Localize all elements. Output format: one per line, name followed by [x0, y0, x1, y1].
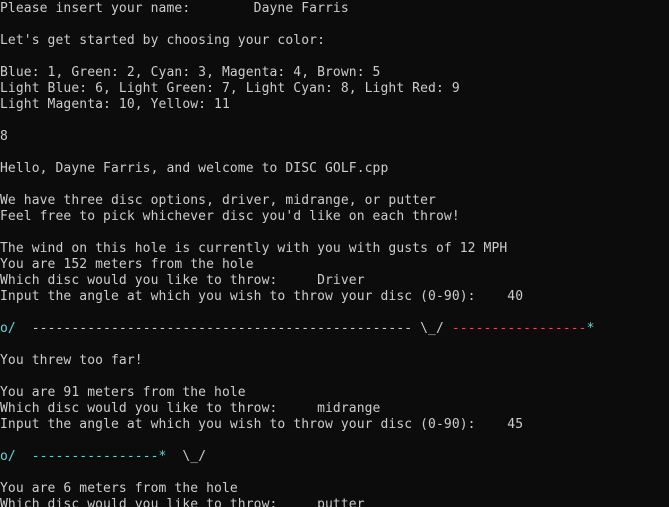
trajectory-segment: o/ [0, 321, 32, 336]
trajectory-segment: ----------------------------------------… [31, 321, 452, 336]
console-line: Light Blue: 6, Light Green: 7, Light Cya… [0, 81, 460, 96]
console-line: Please insert your name: Dayne Farris [0, 1, 349, 16]
console-line: Input the angle at which you wish to thr… [0, 417, 524, 432]
console-line: We have three disc options, driver, midr… [0, 193, 436, 208]
trajectory-segment: * [586, 321, 595, 336]
throw-trajectory-line: o/ -------------------------------------… [0, 321, 595, 337]
console-line: Which disc would you like to throw: Driv… [0, 273, 365, 288]
trajectory-segment: \_/ [166, 449, 207, 464]
console-line: You are 152 meters from the hole [0, 257, 254, 272]
console-line: You are 6 meters from the hole [0, 481, 238, 496]
console-line: You threw too far! [0, 353, 143, 368]
console-line: Blue: 1, Green: 2, Cyan: 3, Magenta: 4, … [0, 65, 381, 80]
trajectory-segment: ----------------- [451, 321, 587, 336]
console-line: You are 91 meters from the hole [0, 385, 246, 400]
console-window[interactable]: Please insert your name: Dayne Farris Let… [0, 0, 669, 507]
throw-trajectory-line: o/ ----------------* \_/ [0, 449, 206, 465]
trajectory-segment: ----------------* [31, 449, 167, 464]
console-line: Input the angle at which you wish to thr… [0, 289, 524, 304]
trajectory-segment: o/ [0, 449, 32, 464]
console-line: Light Magenta: 10, Yellow: 11 [0, 97, 230, 112]
console-line: Let's get started by choosing your color… [0, 33, 325, 48]
console-line: Hello, Dayne Farris, and welcome to DISC… [0, 161, 389, 176]
console-line: 8 [0, 129, 8, 144]
console-line: The wind on this hole is currently with … [0, 241, 508, 256]
console-line: Which disc would you like to throw: putt… [0, 497, 365, 507]
console-line: Feel free to pick whichever disc you'd l… [0, 209, 460, 224]
console-line: Which disc would you like to throw: midr… [0, 401, 381, 416]
